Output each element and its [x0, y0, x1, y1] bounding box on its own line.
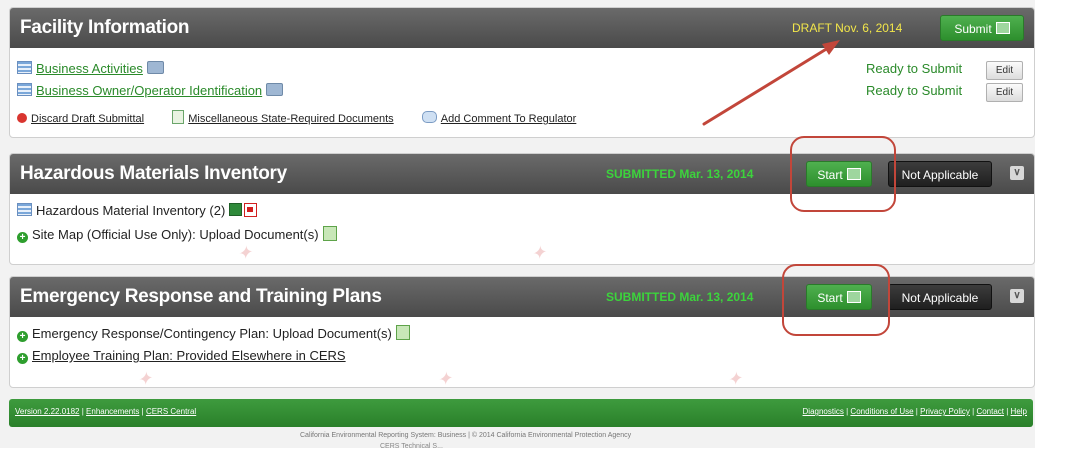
submit-button-label: Submit — [954, 22, 992, 36]
footer-right-links: Diagnostics | Conditions of Use | Privac… — [802, 407, 1027, 416]
misc-documents-link[interactable]: Miscellaneous State-Required Documents — [188, 113, 393, 125]
document-icon — [17, 203, 32, 216]
page-canvas: Facility Information DRAFT Nov. 6, 2014 … — [0, 0, 1065, 458]
torn-edge-right — [1035, 0, 1065, 458]
printer-icon[interactable] — [266, 83, 284, 96]
privacy-link[interactable]: Privacy Policy — [920, 407, 970, 416]
flag-icon — [995, 22, 1010, 34]
start-button-highlight — [790, 136, 896, 212]
upload-icon[interactable] — [395, 325, 410, 340]
business-activities-link[interactable]: Business Activities — [36, 61, 143, 76]
edit-button-business-activities[interactable]: Edit — [986, 61, 1023, 80]
comment-icon — [421, 111, 437, 123]
watermark: ✦ — [235, 241, 254, 265]
discard-icon — [17, 113, 27, 123]
footer-left-links: Version 2.22.0182 | Enhancements | CERS … — [15, 407, 197, 416]
hazmat-submitted-status: SUBMITTED Mar. 13, 2014 — [606, 167, 754, 181]
copyright-text: California Environmental Reporting Syste… — [300, 432, 632, 439]
annotation-arrow — [702, 40, 840, 126]
add-circle-icon: + — [17, 232, 28, 243]
pdf-icon[interactable] — [244, 203, 258, 217]
footer-bar: Version 2.22.0182 | Enhancements | CERS … — [9, 399, 1033, 427]
hazmat-not-applicable-button[interactable]: Not Applicable — [888, 161, 992, 187]
edit-button-owner-operator[interactable]: Edit — [986, 83, 1023, 102]
ready-status-business-activities: Ready to Submit — [866, 61, 963, 76]
list-item-emergency-plan: + Emergency Response/Contingency Plan: Up… — [17, 325, 410, 343]
document-check-icon — [172, 110, 185, 124]
watermark: ✦ — [135, 367, 154, 388]
enhancements-link[interactable]: Enhancements — [86, 407, 139, 416]
site-map-label[interactable]: Site Map (Official Use Only): Upload Doc… — [32, 227, 319, 242]
help-link[interactable]: Help — [1011, 407, 1027, 416]
torn-edge-bottom — [0, 448, 1065, 458]
upload-icon[interactable] — [322, 226, 337, 241]
watermark: ✦ — [725, 367, 744, 388]
document-icon — [17, 61, 32, 74]
list-item-hazmat-inventory: Hazardous Material Inventory (2) — [17, 203, 258, 221]
watermark: ✦ — [529, 241, 548, 265]
version-link[interactable]: Version 2.22.0182 — [15, 407, 80, 416]
cers-central-link[interactable]: CERS Central — [146, 407, 196, 416]
hazmat-inventory-label[interactable]: Hazardous Material Inventory (2) — [36, 203, 225, 218]
training-plan-link[interactable]: Employee Training Plan: Provided Elsewhe… — [32, 348, 346, 363]
add-comment-link[interactable]: Add Comment To Regulator — [441, 113, 577, 125]
hazmat-title: Hazardous Materials Inventory — [20, 163, 287, 184]
diagnostics-link[interactable]: Diagnostics — [803, 407, 844, 416]
document-icon — [17, 83, 32, 96]
facility-actions-row: Discard Draft Submittal Miscellaneous St… — [17, 110, 576, 128]
owner-operator-link[interactable]: Business Owner/Operator Identification — [36, 83, 262, 98]
list-item-site-map: + Site Map (Official Use Only): Upload Do… — [17, 226, 337, 244]
list-item-training-plan: + Employee Training Plan: Provided Elsewh… — [17, 348, 346, 366]
facility-information-header: Facility Information DRAFT Nov. 6, 2014 … — [10, 8, 1034, 48]
watermark: ✦ — [435, 367, 454, 388]
submit-button[interactable]: Submit — [940, 15, 1024, 41]
contact-link[interactable]: Contact — [976, 407, 1004, 416]
conditions-link[interactable]: Conditions of Use — [850, 407, 913, 416]
add-circle-icon: + — [17, 331, 28, 342]
emergency-title: Emergency Response and Training Plans — [20, 286, 382, 307]
list-item-owner-operator: Business Owner/Operator Identification — [17, 83, 284, 101]
facility-information-panel: Facility Information DRAFT Nov. 6, 2014 … — [9, 7, 1035, 138]
ready-status-owner-operator: Ready to Submit — [866, 83, 963, 98]
emergency-plan-label[interactable]: Emergency Response/Contingency Plan: Upl… — [32, 326, 392, 341]
start-button-highlight — [782, 264, 890, 336]
list-item-business-activities: Business Activities — [17, 61, 164, 79]
printer-icon[interactable] — [146, 61, 164, 74]
discard-draft-link[interactable]: Discard Draft Submittal — [31, 113, 144, 125]
facility-information-title: Facility Information — [20, 17, 190, 38]
emergency-not-applicable-button[interactable]: Not Applicable — [888, 284, 992, 310]
emergency-submitted-status: SUBMITTED Mar. 13, 2014 — [606, 290, 754, 304]
add-circle-icon: + — [17, 353, 28, 364]
excel-icon[interactable] — [229, 203, 243, 216]
collapse-icon[interactable]: ∨ — [1010, 289, 1024, 303]
collapse-icon[interactable]: ∨ — [1010, 166, 1024, 180]
